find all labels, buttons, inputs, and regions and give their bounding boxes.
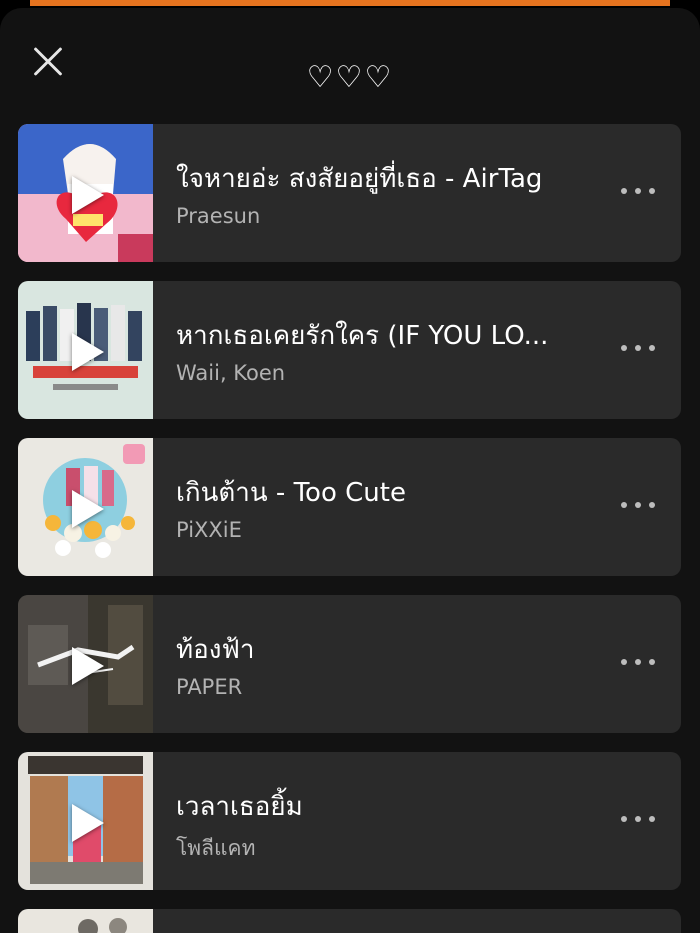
track-title: ท้องฟ้า <box>176 635 255 665</box>
album-cover <box>18 438 153 576</box>
track-artist: Praesun <box>176 204 261 228</box>
track-row[interactable] <box>18 909 681 933</box>
track-artist: PAPER <box>176 675 243 699</box>
track-artist: PiXXiE <box>176 518 242 542</box>
album-cover <box>18 909 153 933</box>
track-title: เวลาเธอยิ้ม <box>176 792 303 822</box>
play-icon[interactable] <box>72 176 104 214</box>
track-artist: โพลีแคท <box>176 836 256 860</box>
play-icon[interactable] <box>72 804 104 842</box>
more-options-icon[interactable] <box>621 493 655 517</box>
track-row[interactable]: เวลาเธอยิ้ม โพลีแคท <box>18 752 681 890</box>
queue-sheet: ♡♡♡ ใจหายอ่ะ สงสัยอยู่ที่เธอ - AirTag Pr… <box>0 8 700 933</box>
track-artist: Waii, Koen <box>176 361 286 385</box>
screen: ♡♡♡ ใจหายอ่ะ สงสัยอยู่ที่เธอ - AirTag Pr… <box>0 0 700 933</box>
more-options-icon[interactable] <box>621 336 655 360</box>
track-row[interactable]: ท้องฟ้า PAPER <box>18 595 681 733</box>
track-row[interactable]: เกินต้าน - Too Cute PiXXiE <box>18 438 681 576</box>
now-playing-accent-bar <box>30 0 670 6</box>
track-list: ใจหายอ่ะ สงสัยอยู่ที่เธอ - AirTag Praesu… <box>18 124 681 933</box>
album-cover <box>18 752 153 890</box>
sheet-title: ♡♡♡ <box>306 60 394 95</box>
album-cover <box>18 124 153 262</box>
play-icon[interactable] <box>72 490 104 528</box>
track-row[interactable]: หากเธอเคยรักใคร (IF YOU LO... Waii, Koen <box>18 281 681 419</box>
more-options-icon[interactable] <box>621 807 655 831</box>
track-title: ใจหายอ่ะ สงสัยอยู่ที่เธอ - AirTag <box>176 164 543 194</box>
play-icon[interactable] <box>72 647 104 685</box>
track-row[interactable]: ใจหายอ่ะ สงสัยอยู่ที่เธอ - AirTag Praesu… <box>18 124 681 262</box>
more-options-icon[interactable] <box>621 650 655 674</box>
album-cover <box>18 281 153 419</box>
album-cover <box>18 595 153 733</box>
track-title: เกินต้าน - Too Cute <box>176 478 406 508</box>
track-title: หากเธอเคยรักใคร (IF YOU LO... <box>176 321 549 351</box>
more-options-icon[interactable] <box>621 179 655 203</box>
play-icon[interactable] <box>72 333 104 371</box>
